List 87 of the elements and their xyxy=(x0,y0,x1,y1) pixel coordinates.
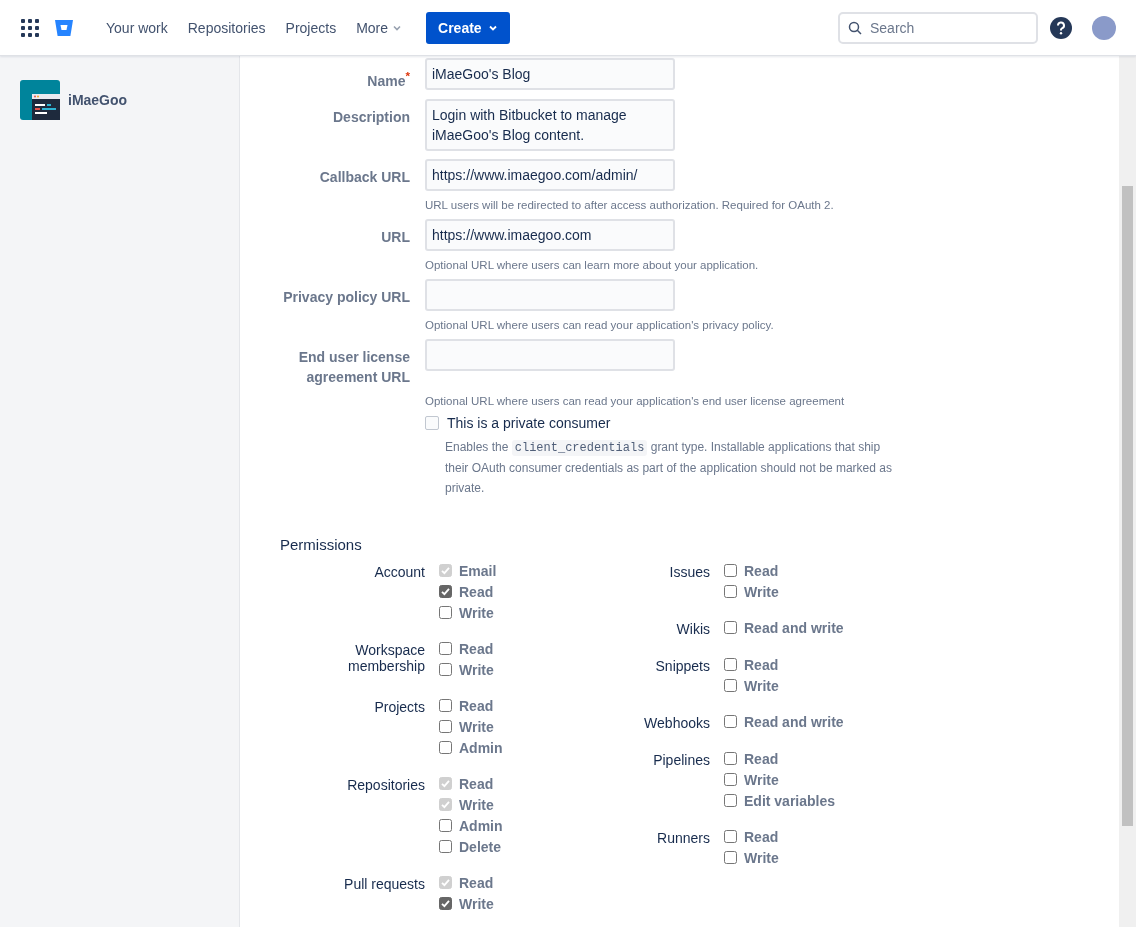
input-field[interactable]: https://www.imaegoo.com xyxy=(425,218,675,251)
nav-link[interactable]: More xyxy=(346,13,413,42)
nav-link[interactable]: Repositories xyxy=(177,13,276,42)
checkbox[interactable] xyxy=(439,819,452,833)
workspace-name[interactable]: iMaeGoo xyxy=(68,92,128,108)
permission-label: Repositories xyxy=(346,775,425,795)
checkbox[interactable] xyxy=(439,585,452,599)
field-label: End user license agreement URL xyxy=(297,347,410,387)
field-hint: Optional URL where users can read your application's privacy policy. xyxy=(425,318,775,331)
permission-label: Snippets xyxy=(654,656,710,676)
checkbox[interactable] xyxy=(439,741,452,755)
checkbox[interactable] xyxy=(724,658,737,672)
field-hint: URL users will be redirected to after access authorization. Required for OAuth 2. xyxy=(425,198,835,211)
workspace-logo-icon[interactable] xyxy=(20,80,60,120)
checkbox[interactable] xyxy=(724,752,737,766)
checkbox-label[interactable]: Write xyxy=(744,771,779,788)
field-label: Name$^{*}$ xyxy=(366,68,410,91)
checkbox[interactable] xyxy=(439,663,452,677)
checkbox-label[interactable]: Read xyxy=(744,656,779,673)
permission-label: Wikis xyxy=(675,619,710,637)
permission-label: Pipelines xyxy=(652,750,710,770)
checkbox[interactable] xyxy=(439,642,452,656)
bucket-logo-icon[interactable] xyxy=(54,17,74,38)
checkbox-label[interactable]: Read xyxy=(744,828,779,845)
checkbox-label[interactable]: Delete xyxy=(459,838,502,855)
field-label: Privacy policy URL xyxy=(282,287,410,307)
checkbox[interactable] xyxy=(425,415,439,430)
permission-label: Runners xyxy=(656,828,710,848)
input-field[interactable] xyxy=(425,338,675,371)
checkbox[interactable] xyxy=(724,773,737,787)
checkbox[interactable] xyxy=(439,720,452,734)
nav-link[interactable]: Your work xyxy=(96,13,178,42)
checkbox[interactable] xyxy=(724,851,737,865)
checkbox-label[interactable]: Admin xyxy=(459,739,503,756)
scrollbar[interactable] xyxy=(1119,56,1136,927)
input-field[interactable] xyxy=(425,278,675,311)
checkbox[interactable] xyxy=(724,585,737,599)
permission-label: Account xyxy=(373,562,425,582)
field-hint: Optional URL where users can learn more about your application. xyxy=(425,258,760,271)
input-field[interactable]: https://www.imaegoo.com/admin/ xyxy=(425,158,675,191)
permission-label: Webhooks xyxy=(643,713,710,731)
avatar[interactable] xyxy=(1092,15,1116,40)
checkbox[interactable] xyxy=(439,897,452,911)
checkbox-label[interactable]: Write xyxy=(744,677,779,694)
checkbox-label[interactable]: Edit variables xyxy=(744,792,836,809)
checkbox-label[interactable]: Read xyxy=(459,640,494,657)
search-field[interactable]: Search xyxy=(838,11,1038,44)
description-field[interactable]: Login with Bitbucket to manage iMaeGoo's Blog content. xyxy=(425,98,675,151)
checkbox-label[interactable]: Read xyxy=(459,697,494,714)
checkbox[interactable] xyxy=(724,794,737,808)
nav-link[interactable]: Projects xyxy=(275,13,347,42)
field-label: Description xyxy=(332,107,410,127)
checkbox-label[interactable]: Admin xyxy=(459,817,503,834)
checkbox[interactable] xyxy=(439,699,452,713)
checkbox-label[interactable]: Read and write xyxy=(744,713,844,730)
field-label: Callback URL xyxy=(318,167,410,187)
checkbox[interactable] xyxy=(724,564,737,578)
checkbox[interactable] xyxy=(439,606,452,620)
checkbox-label[interactable]: Read xyxy=(744,750,779,767)
permission-label: Workspace membership xyxy=(346,640,425,676)
checkbox-label[interactable]: Write xyxy=(459,718,494,735)
checkbox-label[interactable]: Write xyxy=(744,849,779,866)
checkbox-label[interactable]: Write xyxy=(744,583,779,600)
checkbox[interactable] xyxy=(724,830,737,844)
checkbox-label[interactable]: Read xyxy=(459,583,494,600)
field-hint: Enables the client_credentials grant type. Installable applications that ship their OAuth consumer credentials as part of the application should not be marked as private. xyxy=(445,438,893,497)
checkbox-label[interactable]: Read xyxy=(744,562,779,579)
checkbox-label[interactable]: Write xyxy=(459,604,494,621)
checkbox-label[interactable]: Read and write xyxy=(744,619,844,636)
checkbox-label[interactable]: Write xyxy=(459,661,494,678)
checkbox[interactable] xyxy=(724,715,737,729)
section-title: Permissions xyxy=(280,535,363,553)
input-field[interactable]: iMaeGoo's Blog xyxy=(425,58,675,90)
permission-label: Projects xyxy=(373,697,425,717)
help-icon[interactable] xyxy=(1050,16,1072,39)
field-label: URL xyxy=(380,227,410,247)
app-switcher-icon[interactable] xyxy=(20,17,40,38)
checkbox[interactable] xyxy=(724,679,737,693)
checkbox[interactable] xyxy=(439,840,452,854)
search-icon xyxy=(848,20,862,35)
create-button[interactable]: Create xyxy=(426,11,510,44)
checkbox[interactable] xyxy=(724,621,737,635)
permission-label: Pull requests xyxy=(343,874,425,894)
permission-label: Issues xyxy=(668,562,710,582)
checkbox-label[interactable]: Write xyxy=(459,895,494,912)
field-hint: Optional URL where users can read your application's end user license agreement xyxy=(425,394,846,407)
checkbox-label[interactable]: This is a private consumer xyxy=(447,414,611,431)
